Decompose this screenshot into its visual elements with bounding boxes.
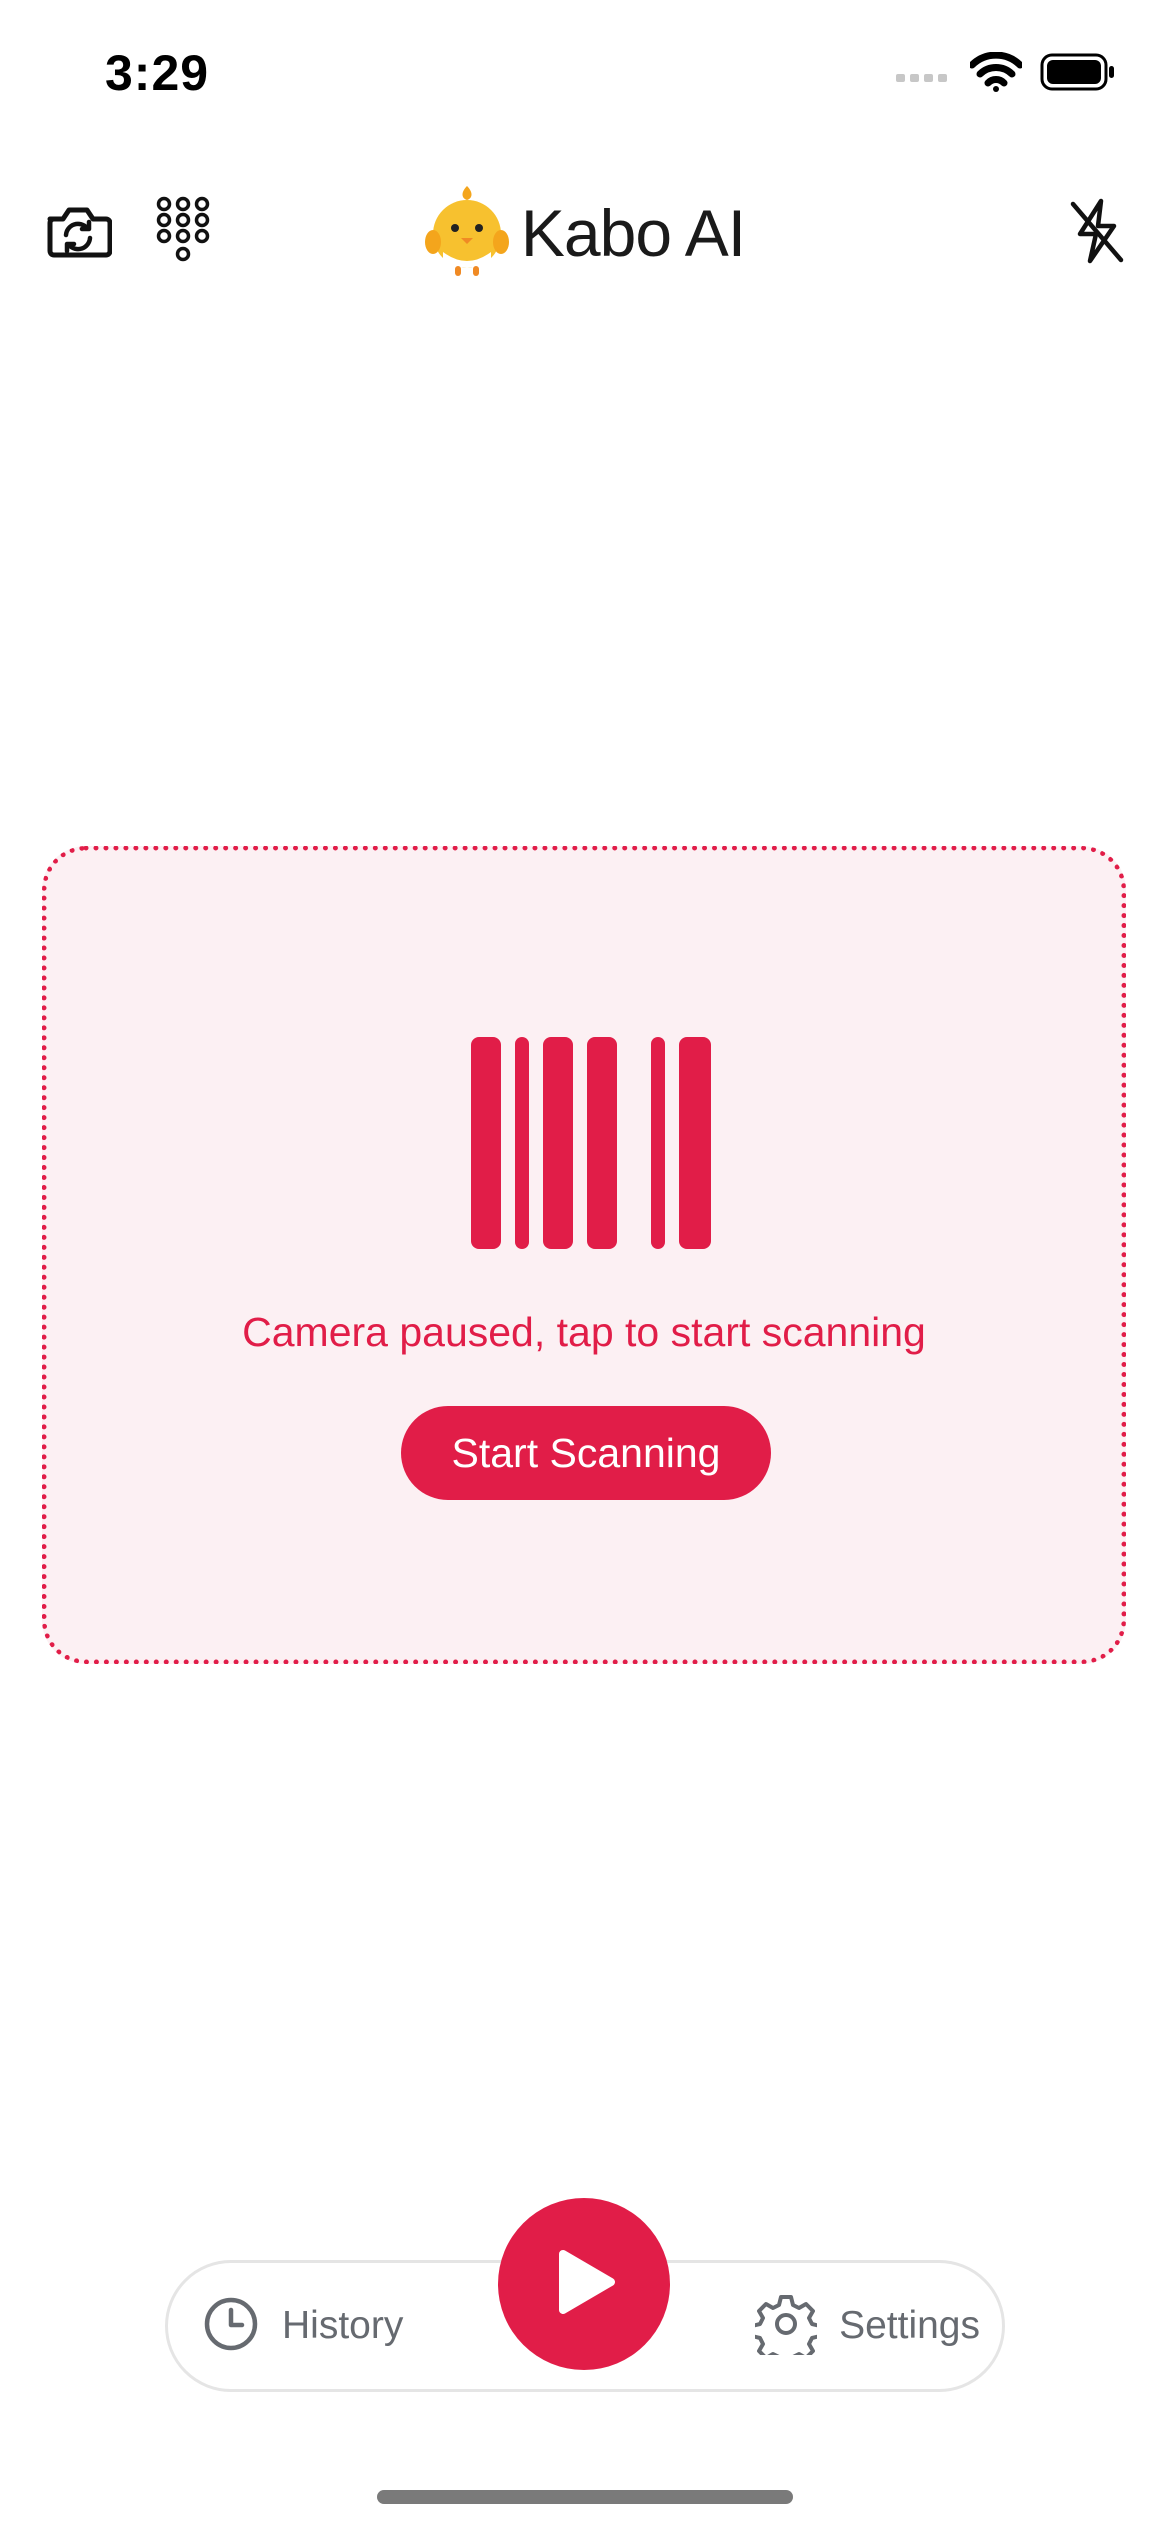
clock-icon <box>202 2295 260 2358</box>
app-title: Kabo AI <box>520 195 746 270</box>
battery-icon <box>1040 53 1116 96</box>
play-scan-button[interactable] <box>498 2198 670 2370</box>
scan-area[interactable]: Camera paused, tap to start scanning Sta… <box>42 846 1126 1664</box>
cellular-signal-icon <box>896 62 952 87</box>
flash-off-icon[interactable] <box>1068 196 1126 266</box>
wifi-icon <box>968 51 1024 97</box>
status-time: 3:29 <box>105 45 210 101</box>
home-indicator[interactable] <box>377 2490 793 2504</box>
start-scanning-button[interactable]: Start Scanning <box>401 1406 771 1500</box>
play-icon <box>549 2246 619 2323</box>
nav-history[interactable]: History <box>202 2263 403 2389</box>
chick-mascot-icon <box>424 182 509 283</box>
nav-history-label: History <box>282 2304 404 2347</box>
nav-settings-label: Settings <box>839 2304 980 2347</box>
scan-status-message: Camera paused, tap to start scanning <box>242 1309 926 1355</box>
nav-settings[interactable]: Settings <box>750 2263 980 2389</box>
gear-icon <box>750 2293 823 2367</box>
status-icons <box>896 51 1116 97</box>
barcode-icon <box>471 1037 711 1249</box>
app-brand: Kabo AI <box>0 182 1170 283</box>
